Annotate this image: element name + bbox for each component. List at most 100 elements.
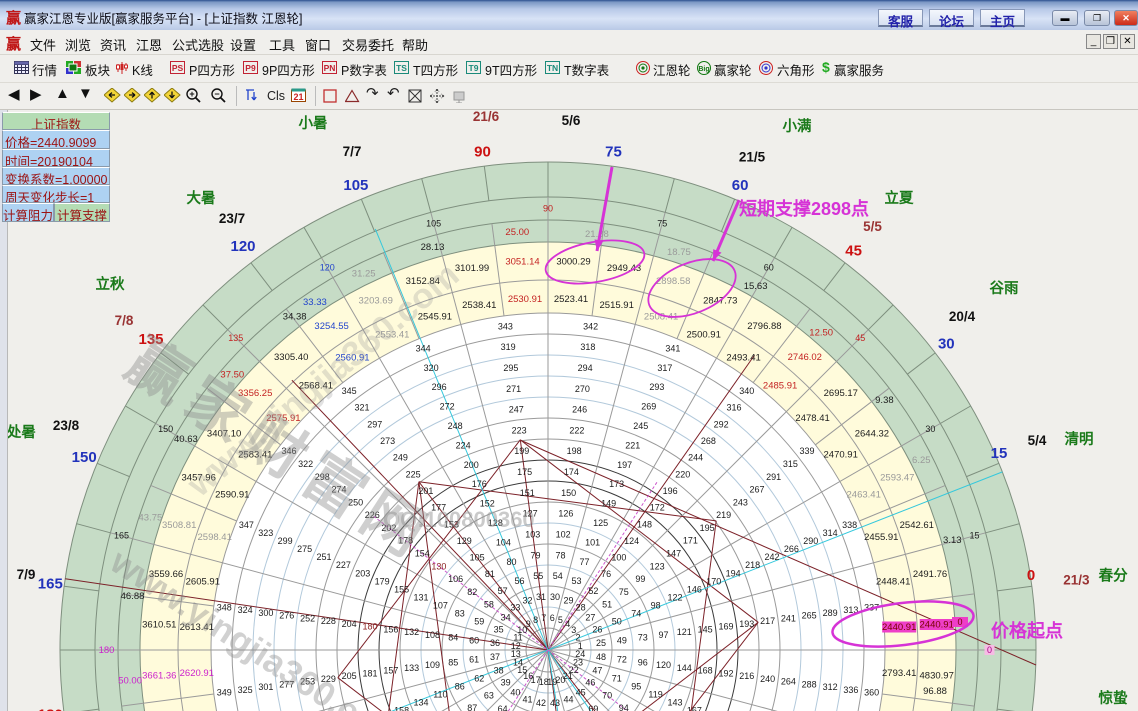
svg-text:2440.91: 2440.91 xyxy=(882,622,916,633)
svg-text:228: 228 xyxy=(321,616,336,626)
svg-text:225: 225 xyxy=(406,469,421,479)
svg-text:15: 15 xyxy=(969,531,979,541)
svg-text:216: 216 xyxy=(739,671,754,681)
svg-text:27: 27 xyxy=(585,612,595,622)
svg-text:320: 320 xyxy=(424,363,439,373)
svg-text:36: 36 xyxy=(490,638,500,648)
svg-text:79: 79 xyxy=(530,550,540,560)
svg-text:61: 61 xyxy=(469,655,479,665)
svg-text:246: 246 xyxy=(572,405,587,415)
svg-text:2793.41: 2793.41 xyxy=(882,668,916,679)
svg-text:77: 77 xyxy=(579,557,589,567)
svg-text:37: 37 xyxy=(490,652,500,662)
svg-text:3610.51: 3610.51 xyxy=(142,620,176,631)
svg-text:立夏: 立夏 xyxy=(885,189,914,207)
svg-text:312: 312 xyxy=(823,682,838,692)
svg-text:155: 155 xyxy=(394,584,409,594)
svg-text:7/9: 7/9 xyxy=(17,567,36,582)
svg-text:2491.76: 2491.76 xyxy=(913,569,947,580)
svg-text:130: 130 xyxy=(431,561,446,571)
svg-text:3000.29: 3000.29 xyxy=(556,256,590,267)
svg-text:97: 97 xyxy=(658,630,668,640)
svg-text:6: 6 xyxy=(550,613,555,623)
svg-text:98: 98 xyxy=(651,600,661,610)
svg-text:55: 55 xyxy=(533,571,543,581)
svg-text:9.38: 9.38 xyxy=(875,395,894,406)
svg-text:132: 132 xyxy=(404,627,419,637)
svg-text:176: 176 xyxy=(472,479,487,489)
svg-text:74: 74 xyxy=(631,609,641,619)
svg-text:78: 78 xyxy=(555,550,565,560)
svg-text:169: 169 xyxy=(718,622,733,632)
svg-text:51: 51 xyxy=(602,600,612,610)
svg-text:347: 347 xyxy=(239,520,254,530)
svg-text:2620.91: 2620.91 xyxy=(180,668,214,679)
svg-text:301: 301 xyxy=(258,682,273,692)
svg-text:2796.88: 2796.88 xyxy=(747,321,781,332)
svg-text:180: 180 xyxy=(362,622,377,632)
svg-text:2746.02: 2746.02 xyxy=(788,352,822,363)
svg-text:124: 124 xyxy=(624,536,639,546)
svg-text:5/5: 5/5 xyxy=(863,219,882,234)
svg-text:133: 133 xyxy=(404,663,419,673)
svg-text:48: 48 xyxy=(596,652,606,662)
svg-text:275: 275 xyxy=(297,544,312,554)
svg-text:95: 95 xyxy=(631,682,641,692)
svg-text:251: 251 xyxy=(316,552,331,562)
svg-text:344: 344 xyxy=(416,343,431,353)
svg-text:41: 41 xyxy=(522,694,532,704)
svg-text:18.75: 18.75 xyxy=(667,247,691,258)
svg-text:240: 240 xyxy=(760,674,775,684)
svg-text:172: 172 xyxy=(650,503,665,513)
svg-text:75: 75 xyxy=(657,219,667,229)
svg-text:173: 173 xyxy=(609,479,624,489)
svg-text:180: 180 xyxy=(99,645,115,656)
svg-text:Big: Big xyxy=(698,66,709,73)
svg-text:94: 94 xyxy=(619,703,629,711)
svg-text:195: 195 xyxy=(700,523,715,533)
svg-text:338: 338 xyxy=(842,520,857,530)
svg-text:110: 110 xyxy=(433,690,447,700)
svg-text:270: 270 xyxy=(575,384,590,394)
svg-text:299: 299 xyxy=(278,536,293,546)
svg-text:135: 135 xyxy=(228,333,243,343)
svg-text:272: 272 xyxy=(440,402,455,412)
svg-text:20/4: 20/4 xyxy=(949,309,976,324)
svg-text:64: 64 xyxy=(498,704,508,711)
svg-text:323: 323 xyxy=(258,528,273,538)
svg-text:343: 343 xyxy=(498,321,513,331)
svg-text:165: 165 xyxy=(114,531,129,541)
svg-text:7/7: 7/7 xyxy=(343,144,362,159)
svg-text:227: 227 xyxy=(336,560,351,570)
svg-text:54: 54 xyxy=(553,571,563,581)
svg-text:23/7: 23/7 xyxy=(219,211,245,226)
svg-text:340: 340 xyxy=(739,386,754,396)
svg-text:春分: 春分 xyxy=(1099,567,1128,585)
svg-text:30: 30 xyxy=(925,424,935,434)
svg-text:QQ:100800360: QQ:100800360 xyxy=(383,507,535,532)
svg-text:小满: 小满 xyxy=(783,117,812,135)
svg-text:2500.91: 2500.91 xyxy=(687,329,721,340)
svg-text:150: 150 xyxy=(561,488,576,498)
svg-text:42: 42 xyxy=(536,698,546,708)
svg-text:3305.40: 3305.40 xyxy=(274,352,308,363)
svg-text:4: 4 xyxy=(565,619,570,629)
svg-text:273: 273 xyxy=(380,436,395,446)
svg-text:50: 50 xyxy=(612,617,622,627)
svg-text:3101.99: 3101.99 xyxy=(455,263,489,274)
svg-text:295: 295 xyxy=(503,363,518,373)
svg-text:0: 0 xyxy=(1027,567,1035,584)
svg-text:32: 32 xyxy=(522,596,532,606)
svg-text:99: 99 xyxy=(635,574,645,584)
svg-text:106: 106 xyxy=(448,574,463,584)
svg-text:101: 101 xyxy=(585,537,600,547)
svg-text:2523.41: 2523.41 xyxy=(554,294,588,305)
svg-text:149: 149 xyxy=(601,499,616,509)
svg-text:59: 59 xyxy=(474,617,484,627)
svg-text:293: 293 xyxy=(649,382,664,392)
svg-text:63: 63 xyxy=(484,690,494,700)
svg-text:34: 34 xyxy=(501,612,511,622)
svg-text:29: 29 xyxy=(563,596,573,606)
svg-text:168: 168 xyxy=(698,666,713,676)
svg-text:43: 43 xyxy=(550,698,560,708)
